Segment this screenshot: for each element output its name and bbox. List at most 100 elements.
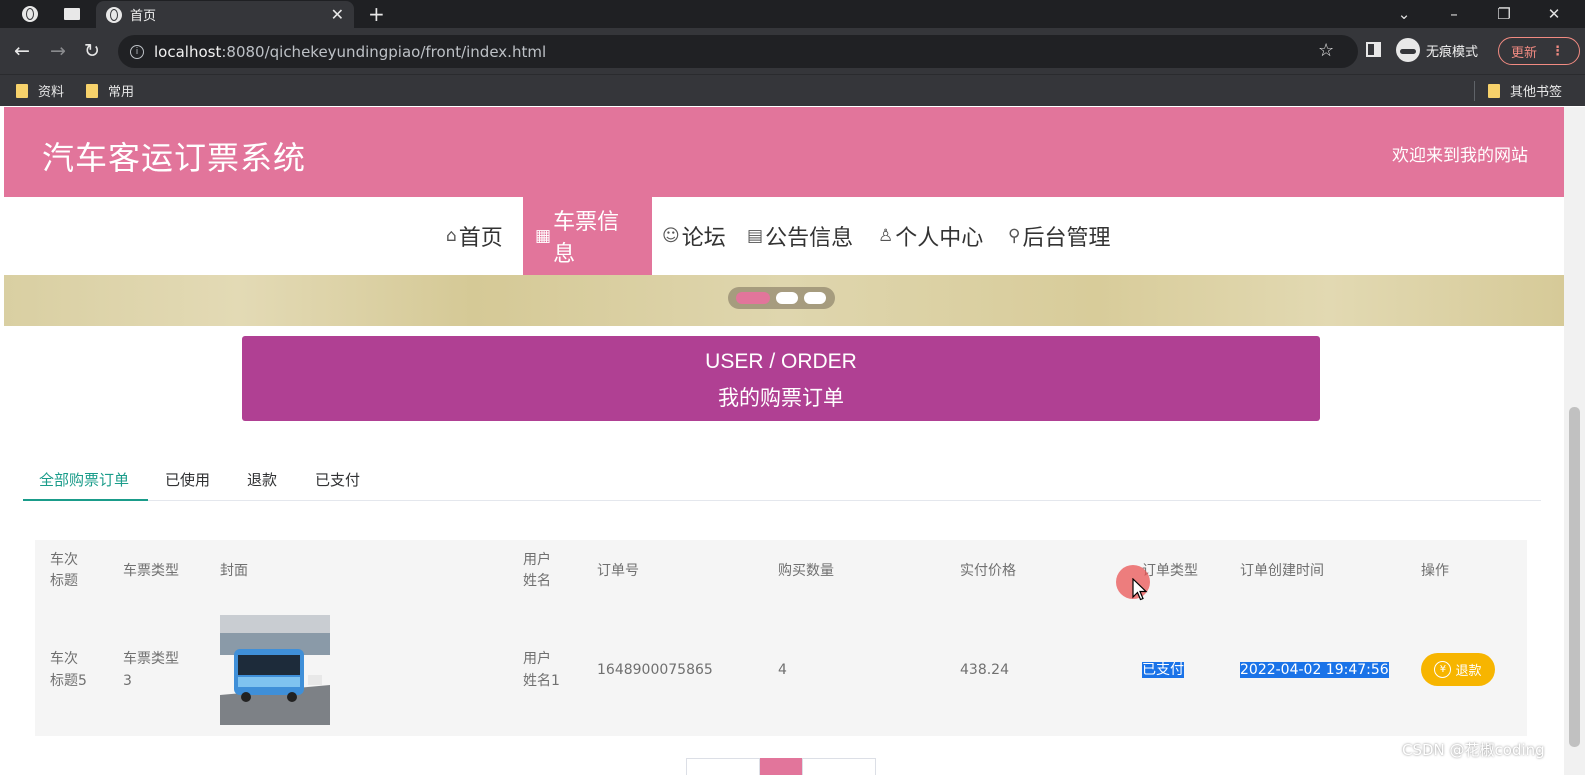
- tab-paid[interactable]: 已支付: [315, 469, 360, 490]
- header-order-no: 订单号: [597, 563, 639, 579]
- tab-used[interactable]: 已使用: [165, 469, 210, 490]
- orders-table: 车次 标题 车票类型 封面 用户 姓名 订单号 购买数量 实付价格 订单类型 订单创…: [35, 540, 1527, 736]
- home-icon: ⌂: [446, 226, 457, 246]
- nav-item-home[interactable]: ⌂ 首页: [446, 197, 503, 275]
- refund-button[interactable]: ¥ 退款: [1421, 653, 1495, 686]
- folder-icon: [16, 83, 28, 98]
- tab-search-icon[interactable]: ⌄: [1394, 0, 1414, 28]
- selected-order-type: 已支付: [1142, 662, 1184, 678]
- site-header: 汽车客运订票系统 欢迎来到我的网站: [4, 107, 1564, 197]
- cell-user-name: 用户 姓名1: [523, 651, 560, 689]
- current-page-button[interactable]: [760, 758, 802, 775]
- new-tab-button[interactable]: +: [368, 0, 385, 28]
- header-ticket-type: 车票类型: [123, 563, 179, 579]
- folder-icon: [86, 83, 98, 98]
- main-nav: ⌂ 首页 ▦ 车票信息 ☺ 论坛 ▤ 公告信息 ♙ 个人中心 ⚲ 后台管理: [4, 197, 1564, 275]
- order-section-banner: USER / ORDER 我的购票订单: [242, 336, 1320, 421]
- order-banner-en: USER / ORDER: [705, 350, 857, 373]
- tab-strip-icon[interactable]: [62, 0, 82, 28]
- refund-label: 退款: [1455, 664, 1482, 679]
- nav-item-notices[interactable]: ▤ 公告信息: [747, 197, 853, 275]
- mouse-cursor-icon: [1132, 578, 1148, 601]
- back-icon[interactable]: ←: [10, 38, 34, 64]
- nav-item-tickets[interactable]: ▦ 车票信息: [523, 197, 652, 275]
- scrollbar-thumb[interactable]: [1569, 407, 1580, 747]
- carousel-dot-1[interactable]: [736, 292, 770, 304]
- bookmark-folder-ziliao[interactable]: 资料: [16, 81, 64, 100]
- active-tab-indicator: [23, 499, 148, 501]
- carousel-indicators: [728, 287, 835, 309]
- carousel-dot-3[interactable]: [804, 292, 826, 304]
- nav-item-profile[interactable]: ♙ 个人中心: [878, 197, 983, 275]
- nav-label: 首页: [458, 226, 503, 251]
- minimize-icon[interactable]: –: [1444, 0, 1464, 28]
- bookmark-folder-changyong[interactable]: 常用: [86, 81, 134, 100]
- header-user-name: 用户 姓名: [523, 552, 551, 589]
- incognito-indicator[interactable]: 无痕模式: [1396, 38, 1478, 62]
- bookmarks-bar: 资料 常用 其他书签: [0, 74, 1585, 106]
- tab-close-icon[interactable]: ✕: [331, 5, 344, 24]
- bookmark-separator: [1474, 81, 1475, 101]
- welcome-text: 欢迎来到我的网站: [1392, 146, 1528, 166]
- browser-titlebar: 首页 ✕ + ⌄ – ❐ ✕: [0, 0, 1585, 28]
- nav-label: 论坛: [681, 226, 726, 251]
- web-page: 汽车客运订票系统 欢迎来到我的网站 ⌂ 首页 ▦ 车票信息 ☺ 论坛 ▤ 公告信…: [4, 107, 1564, 775]
- side-panel-icon[interactable]: [1366, 42, 1381, 57]
- cell-ticket-type: 车票类型 3: [123, 651, 179, 689]
- notice-icon: ▤: [747, 226, 764, 246]
- tab-title: 首页: [130, 9, 157, 24]
- order-banner-cn: 我的购票订单: [718, 386, 844, 410]
- address-bar[interactable]: i localhost:8080/qichekeyundingpiao/fron…: [118, 35, 1358, 68]
- cell-train-title: 车次 标题5: [50, 651, 87, 689]
- tab-refund[interactable]: 退款: [247, 469, 277, 490]
- site-title: 汽车客运订票系统: [42, 139, 307, 177]
- bookmark-label: 资料: [38, 85, 65, 100]
- update-label: 更新: [1511, 45, 1538, 61]
- bookmark-star-icon[interactable]: ☆: [1318, 40, 1334, 61]
- cell-created-at: 2022-04-02 19:47:56: [1240, 659, 1389, 681]
- selected-created-at: 2022-04-02 19:47:56: [1240, 662, 1389, 678]
- tab-all-orders[interactable]: 全部购票订单: [39, 469, 129, 490]
- other-bookmarks[interactable]: 其他书签: [1488, 81, 1562, 100]
- incognito-icon: [1396, 38, 1420, 62]
- header-created-at: 订单创建时间: [1240, 563, 1324, 579]
- next-page-button[interactable]: [802, 758, 876, 775]
- user-icon: ♙: [878, 226, 894, 246]
- header-quantity: 购买数量: [778, 563, 834, 579]
- update-button[interactable]: 更新 ⋮: [1498, 37, 1580, 65]
- kebab-menu-icon[interactable]: ⋮: [1551, 44, 1564, 59]
- pagination: [686, 758, 876, 775]
- cell-order-no: 1648900075865: [597, 662, 713, 678]
- reload-icon[interactable]: ↻: [80, 38, 104, 64]
- nav-label: 后台管理: [1022, 226, 1111, 251]
- url-path: :8080/qichekeyundingpiao/front/index.htm…: [221, 42, 547, 61]
- nav-label: 个人中心: [895, 226, 984, 251]
- header-price: 实付价格: [960, 563, 1016, 579]
- prev-page-button[interactable]: [686, 758, 760, 775]
- folder-icon: [1488, 83, 1500, 98]
- nav-item-admin[interactable]: ⚲ 后台管理: [1008, 197, 1110, 275]
- header-cover: 封面: [220, 563, 248, 579]
- cell-price: 438.24: [960, 662, 1009, 678]
- nav-label: 公告信息: [765, 226, 854, 251]
- other-bookmarks-label: 其他书签: [1510, 85, 1563, 100]
- nav-label: 车票信息: [553, 210, 620, 267]
- ticket-icon: ▦: [535, 226, 552, 246]
- site-info-icon[interactable]: i: [130, 44, 144, 59]
- page-scrollbar[interactable]: [1564, 107, 1585, 775]
- order-tabs: 全部购票订单 已使用 退款 已支付: [23, 459, 1541, 501]
- carousel-dot-2[interactable]: [776, 292, 798, 304]
- bus-cover-image: [220, 615, 330, 725]
- cell-order-type: 已支付: [1142, 659, 1184, 681]
- header-actions: 操作: [1421, 563, 1449, 579]
- browser-tab[interactable]: 首页 ✕: [96, 1, 354, 28]
- close-window-icon[interactable]: ✕: [1544, 0, 1564, 28]
- restore-icon[interactable]: ❐: [1494, 0, 1514, 28]
- browser-menu-icon[interactable]: [20, 0, 40, 28]
- browser-toolbar: ← → ↻ i localhost:8080/qichekeyundingpia…: [0, 28, 1585, 74]
- forward-icon[interactable]: →: [46, 38, 70, 64]
- header-train-title: 车次 标题: [50, 552, 78, 589]
- incognito-label: 无痕模式: [1426, 44, 1479, 60]
- header-order-type: 订单类型: [1142, 563, 1198, 579]
- nav-item-forum[interactable]: ☺ 论坛: [662, 197, 726, 275]
